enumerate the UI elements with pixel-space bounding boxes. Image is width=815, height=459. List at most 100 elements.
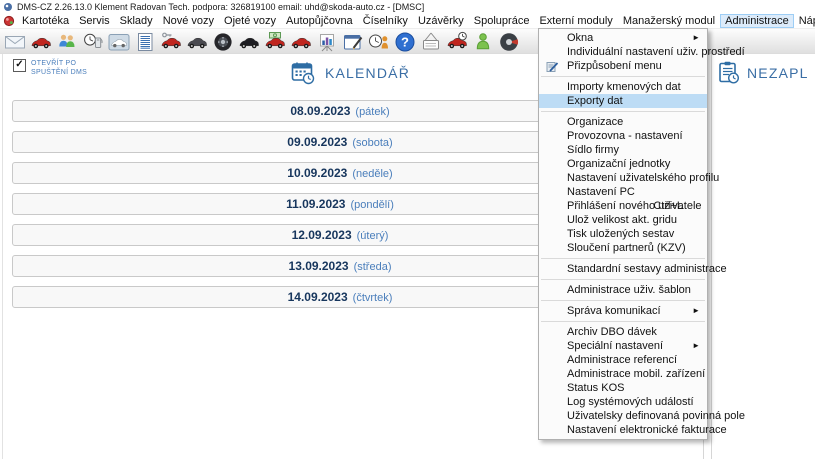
car-red-icon [30,31,52,53]
menu-servis[interactable]: Servis [74,14,115,28]
menu-item-uloz-velikost-akt-gridu[interactable]: Ulož velikost akt. gridu [539,213,707,227]
menu-separator [541,321,705,322]
menu-autopujcovna[interactable]: Autopůjčovna [281,14,358,28]
customers-icon [56,31,78,53]
menu-item-label: Nastavení elektronické fakturace [567,424,727,436]
disc-button[interactable] [496,30,522,54]
calendar-clock-icon [290,60,316,86]
menu-kartoteka[interactable]: Kartotéka [17,14,74,28]
panel-splitter[interactable] [711,54,712,459]
menu-item-prizpusobeni-menu[interactable]: Přizpůsobení menu [539,59,707,73]
menu-item-label: Importy kmenových dat [567,81,681,93]
tire-button[interactable] [210,30,236,54]
menu-item-individualni-nastaveni-uziv-prostredi[interactable]: Individuální nastavení uživ. prostředí [539,45,707,59]
menu-separator [541,300,705,301]
menu-bar: KartotékaServisSkladyNové vozyOjeté vozy… [0,14,815,28]
car-clock-icon [446,31,468,53]
menu-item-importy-kmenovych-dat[interactable]: Importy kmenových dat [539,80,707,94]
offer-sign-button[interactable] [418,30,444,54]
disc-icon [498,31,520,53]
time-fuel-button[interactable] [80,30,106,54]
menu-item-status-kos[interactable]: Status KOS [539,381,707,395]
menu-nove-vozy[interactable]: Nové vozy [158,14,219,28]
clock-person-button[interactable] [366,30,392,54]
day-weekday: (středa) [354,261,392,273]
calendar-edit-icon [342,31,364,53]
car-gray-button[interactable] [184,30,210,54]
menu-item-label: Sídlo firmy [567,144,619,156]
calendar-edit-button[interactable] [340,30,366,54]
menu-item-label: Uživatelsky definovaná povinná pole [567,410,745,422]
day-date: 08.09.2023 [290,104,350,118]
menu-ciselniky[interactable]: Číselníky [358,14,413,28]
menu-item-administrace-referenci[interactable]: Administrace referencí [539,353,707,367]
menu-item-prihlaseni-noveho-uzivatele[interactable]: Přihlášení nového uživateleCtrl+L [539,199,707,213]
menu-item-nastaveni-elektronicke-fakturace[interactable]: Nastavení elektronické fakturace [539,423,707,437]
day-date: 11.09.2023 [286,197,345,211]
menu-item-administrace-mobil-zarizeni[interactable]: Administrace mobil. zařízení [539,367,707,381]
menu-item-tisk-ulozenych-sestav[interactable]: Tisk uložených sestav [539,227,707,241]
car-black-button[interactable] [236,30,262,54]
car-red-button[interactable] [28,30,54,54]
menu-item-provozovna-nastaveni[interactable]: Provozovna - nastavení [539,129,707,143]
car-key-button[interactable] [158,30,184,54]
day-date: 10.09.2023 [287,166,347,180]
customers-button[interactable] [54,30,80,54]
menu-item-label: Exporty dat [567,95,623,107]
app-icon [3,2,13,12]
menu-item-log-systemovych-udalosti[interactable]: Log systémových událostí [539,395,707,409]
menu-item-label: Organizace [567,116,623,128]
customize-menu-icon [543,60,561,72]
menu-item-sidlo-firmy[interactable]: Sídlo firmy [539,143,707,157]
menu-uzaverky[interactable]: Uzávěrky [413,14,469,28]
menu-napoveda[interactable]: Nápověda [794,14,815,28]
list-document-icon [134,31,156,53]
menu-item-okna[interactable]: Okna► [539,31,707,45]
car-red2-button[interactable] [288,30,314,54]
car-money-icon [264,31,286,53]
menu-item-specialni-nastaveni[interactable]: Speciální nastavení► [539,339,707,353]
menu-administrace[interactable]: Administrace [720,14,794,28]
menu-item-label: Administrace referencí [567,354,677,366]
menu-item-slouceni-partneru-kzv[interactable]: Sloučení partnerů (KZV) [539,241,707,255]
vehicle-panel-icon [108,31,130,53]
day-date: 14.09.2023 [288,290,348,304]
menu-item-sprava-komunikaci[interactable]: Správa komunikací► [539,304,707,318]
clipboard-clock-icon [716,60,741,85]
statistics-button[interactable] [314,30,340,54]
menu-spoluprace[interactable]: Spolupráce [469,14,535,28]
tire-icon [212,31,234,53]
menu-ojete-vozy[interactable]: Ojeté vozy [219,14,281,28]
unpaid-invoices-header: NEZAPL [716,60,815,85]
menu-item-organizace[interactable]: Organizace [539,115,707,129]
help-button[interactable]: ? [392,30,418,54]
menu-item-label: Organizační jednotky [567,158,670,170]
menu-item-nastaveni-pc[interactable]: Nastavení PC [539,185,707,199]
menu-item-exporty-dat[interactable]: Exporty dat [539,94,707,108]
day-date: 13.09.2023 [289,259,349,273]
vehicle-panel-button[interactable] [106,30,132,54]
user-green-button[interactable] [470,30,496,54]
user-green-icon [472,31,494,53]
help-icon: ? [394,31,416,53]
menu-item-standardni-sestavy-administrace[interactable]: Standardní sestavy administrace [539,262,707,276]
day-weekday: (neděle) [352,168,392,180]
menu-item-uzivatelsky-definovana-povinna-pole[interactable]: Uživatelsky definovaná povinná pole [539,409,707,423]
menu-item-archiv-dbo-davek[interactable]: Archiv DBO dávek [539,325,707,339]
menu-item-label: Sloučení partnerů (KZV) [567,242,686,254]
mail-button[interactable] [2,30,28,54]
submenu-arrow-icon: ► [692,304,700,318]
menu-separator [541,279,705,280]
unpaid-title: NEZAPL [747,65,809,81]
menu-manazersky-modul[interactable]: Manažerský modul [618,14,720,28]
menu-sklady[interactable]: Sklady [115,14,158,28]
car-money-button[interactable] [262,30,288,54]
car-clock-button[interactable] [444,30,470,54]
menu-item-administrace-uziv-sablon[interactable]: Administrace uživ. šablon [539,283,707,297]
menu-item-organizacni-jednotky[interactable]: Organizační jednotky [539,157,707,171]
menu-item-nastaveni-uzivatelskeho-profilu[interactable]: Nastavení uživatelského profilu [539,171,707,185]
child-window-icon[interactable] [3,15,15,27]
day-weekday: (úterý) [357,230,389,242]
list-document-button[interactable] [132,30,158,54]
menu-externi-moduly[interactable]: Externí moduly [534,14,617,28]
